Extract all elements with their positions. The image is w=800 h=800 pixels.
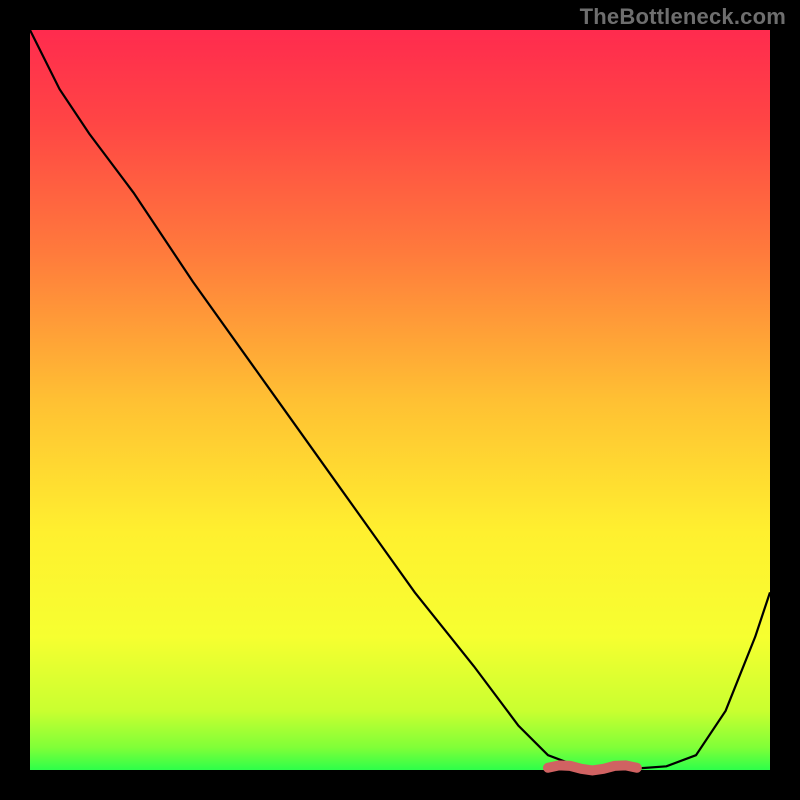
chart-frame: TheBottleneck.com — [0, 0, 800, 800]
optimal-range-marker — [548, 765, 637, 770]
bottleneck-chart — [0, 0, 800, 800]
plot-background — [30, 30, 770, 770]
